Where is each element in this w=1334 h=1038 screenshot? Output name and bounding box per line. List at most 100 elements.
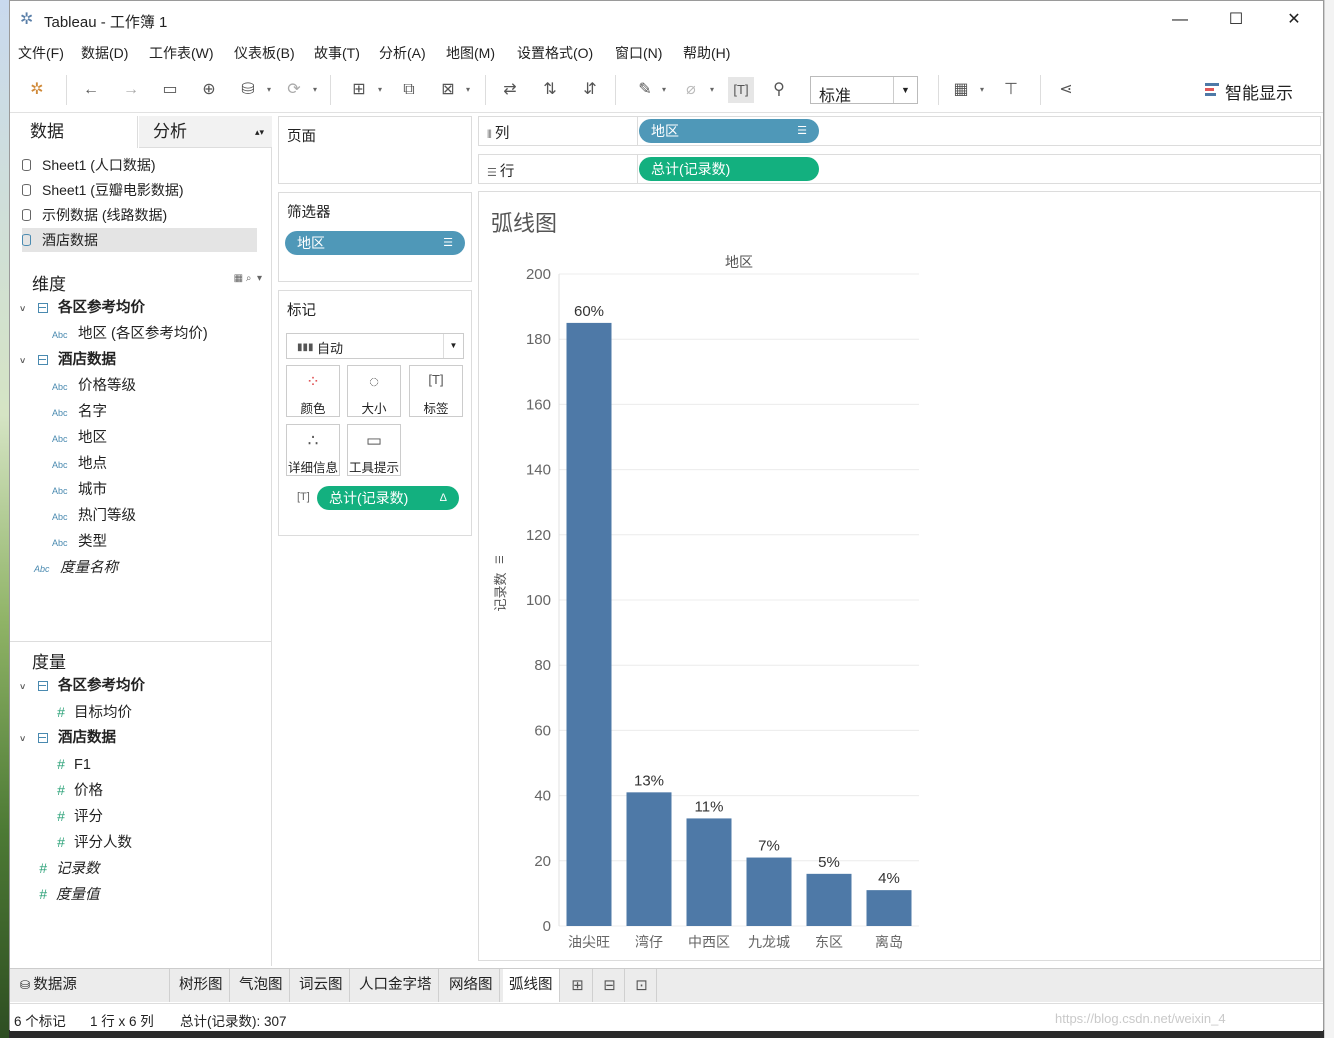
columns-shelf[interactable]: ⦀ 列 地区 ☰ [478, 116, 1321, 146]
tab-data[interactable]: 数据 [10, 116, 138, 148]
datasource-item[interactable]: 示例数据 (线路数据) [22, 203, 257, 227]
measure-field[interactable]: # 目标均价 [48, 700, 132, 724]
chevron-down-icon[interactable]: ˅ [20, 297, 34, 321]
maximize-button[interactable]: ☐ [1213, 5, 1259, 35]
sheet-tab-active[interactable]: 弧线图 [503, 969, 560, 1002]
table-group[interactable]: ˅ 酒店数据 [20, 348, 116, 372]
sheet-tab[interactable]: 气泡图 [233, 969, 290, 1002]
size-button[interactable]: ◌ 大小 [347, 365, 401, 417]
new-datasource-icon[interactable]: ⊕ [196, 77, 222, 103]
sort-descending-icon[interactable]: ⇵ [577, 77, 603, 103]
minimize-button[interactable]: — [1157, 5, 1203, 35]
viz-canvas[interactable]: 弧线图 0 20 40 60 80 100 120 140 160 180 200 地区 记录数 ☰ 60%… [478, 191, 1321, 961]
menu-file[interactable]: 文件(F) [18, 43, 64, 63]
pages-card[interactable]: 页面 [278, 116, 472, 184]
tab-menu-icon[interactable]: ▴▾ [255, 116, 264, 148]
menu-map[interactable]: 地图(M) [446, 43, 495, 63]
tableau-home-icon[interactable]: ✲ [24, 77, 50, 103]
pause-update-icon[interactable]: ⛁ [235, 77, 261, 103]
table-group[interactable]: ˅ 各区参考均价 [20, 674, 145, 698]
dimension-field[interactable]: Abc 价格等级 [52, 374, 136, 398]
menu-window[interactable]: 窗口(N) [615, 43, 662, 63]
group-members-icon[interactable]: ⌀ [678, 77, 704, 103]
highlight-icon[interactable]: ✎ [632, 77, 658, 103]
datasource-item-selected[interactable]: 酒店数据 [22, 228, 257, 252]
mark-type-dropdown[interactable]: ▮▮▮ 自动 ▼ [286, 333, 464, 359]
chevron-down-icon[interactable]: ˅ [20, 349, 34, 373]
share-icon[interactable]: ⋖ [1053, 77, 1079, 103]
sheet-tab[interactable]: 人口金字塔 [353, 969, 439, 1002]
new-dashboard-icon[interactable]: ⊟ [595, 969, 625, 1002]
measure-field[interactable]: # 记录数 [30, 856, 99, 880]
duplicate-sheet-icon[interactable]: ⧉ [396, 77, 422, 103]
chevron-down-icon[interactable]: ▾ [378, 77, 386, 103]
menu-format[interactable]: 设置格式(O) [517, 43, 593, 63]
menu-analysis[interactable]: 分析(A) [379, 43, 426, 63]
dimension-field[interactable]: Abc 地区 (各区参考均价) [52, 322, 208, 346]
dimension-field[interactable]: Abc 度量名称 [34, 556, 118, 580]
view-search-icon[interactable]: ▦ ⌕ ▾ [234, 273, 262, 284]
measure-field[interactable]: # F1 [48, 752, 91, 776]
menu-help[interactable]: 帮助(H) [683, 43, 730, 63]
chevron-down-icon[interactable]: ▾ [466, 77, 474, 103]
color-button[interactable]: ⁘ 颜色 [286, 365, 340, 417]
measure-field[interactable]: # 度量值 [30, 882, 99, 906]
redo-icon[interactable]: → [118, 77, 144, 103]
dimension-field[interactable]: Abc 名字 [52, 400, 107, 424]
presentation-mode-icon[interactable]: ⊤ [998, 77, 1024, 103]
chevron-down-icon[interactable]: ▾ [710, 77, 718, 103]
sheet-tab[interactable]: 树形图 [173, 969, 230, 1002]
dimension-field[interactable]: Abc 地点 [52, 452, 107, 476]
marks-pill[interactable]: 总计(记录数) Δ [317, 486, 459, 510]
menu-worksheet[interactable]: 工作表(W) [149, 43, 214, 63]
filters-card[interactable]: 筛选器 地区 ☰ [278, 192, 472, 282]
show-cards-icon[interactable]: ▦ [948, 77, 974, 103]
menu-data[interactable]: 数据(D) [81, 43, 128, 63]
show-mark-labels-icon[interactable]: [T] [728, 77, 754, 103]
measure-field[interactable]: # 评分 [48, 804, 103, 828]
measure-field[interactable]: # 评分人数 [48, 830, 132, 854]
datasource-item[interactable]: Sheet1 (人口数据) [22, 153, 257, 177]
menu-dashboard[interactable]: 仪表板(B) [234, 43, 295, 63]
save-icon[interactable]: ▭ [157, 77, 183, 103]
menu-story[interactable]: 故事(T) [314, 43, 360, 63]
chevron-down-icon[interactable]: ▾ [980, 77, 988, 103]
refresh-icon[interactable]: ⟳ [281, 77, 307, 103]
datasource-tab[interactable]: ⛁ 数据源 [10, 969, 170, 1002]
rows-pill[interactable]: 总计(记录数) [639, 157, 819, 181]
new-worksheet-icon[interactable]: ⊞ [346, 77, 372, 103]
sheet-tab[interactable]: 网络图 [443, 969, 500, 1002]
chevron-down-icon[interactable]: ▾ [662, 77, 670, 103]
tooltip-button[interactable]: ▭ 工具提示 [347, 424, 401, 476]
sort-ascending-icon[interactable]: ⇅ [537, 77, 563, 103]
fit-dropdown[interactable]: 标准 ▼ [810, 76, 918, 105]
filter-pill[interactable]: 地区 ☰ [285, 231, 465, 255]
chevron-down-icon[interactable]: ▾ [267, 77, 275, 103]
clear-sheet-icon[interactable]: ⊠ [435, 77, 461, 103]
dimension-field[interactable]: Abc 类型 [52, 530, 107, 554]
undo-icon[interactable]: ← [78, 77, 104, 103]
table-group[interactable]: ˅ 酒店数据 [20, 726, 116, 750]
sheet-tab[interactable]: 词云图 [293, 969, 350, 1002]
new-worksheet-icon[interactable]: ⊞ [563, 969, 593, 1002]
table-group[interactable]: ˅ 各区参考均价 [20, 296, 145, 320]
bar-chart[interactable]: 0 20 40 60 80 100 120 140 160 180 200 地区记录数 ☰ 60% 油尖旺 1… [479, 192, 1320, 960]
new-story-icon[interactable]: ⊡ [627, 969, 657, 1002]
detail-button[interactable]: ∴ 详细信息 [286, 424, 340, 476]
chevron-down-icon[interactable]: ˅ [20, 675, 34, 699]
dimension-field[interactable]: Abc 热门等级 [52, 504, 136, 528]
pane-divider[interactable] [10, 641, 271, 642]
chevron-down-icon[interactable]: ▾ [313, 77, 321, 103]
fix-axes-icon[interactable]: ⚲ [766, 77, 792, 103]
label-button[interactable]: [T] 标签 [409, 365, 463, 417]
chevron-down-icon[interactable]: ˅ [20, 727, 34, 751]
dimension-field[interactable]: Abc 地区 [52, 426, 107, 450]
measure-field[interactable]: # 价格 [48, 778, 103, 802]
rows-shelf[interactable]: ☰ 行 总计(记录数) [478, 154, 1321, 184]
swap-rows-columns-icon[interactable]: ⇄ [497, 77, 523, 103]
columns-pill[interactable]: 地区 ☰ [639, 119, 819, 143]
tab-analysis[interactable]: 分析 ▴▾ [139, 116, 272, 148]
dimension-field[interactable]: Abc 城市 [52, 478, 107, 502]
datasource-item[interactable]: Sheet1 (豆瓣电影数据) [22, 178, 257, 202]
close-button[interactable]: ✕ [1271, 5, 1317, 35]
